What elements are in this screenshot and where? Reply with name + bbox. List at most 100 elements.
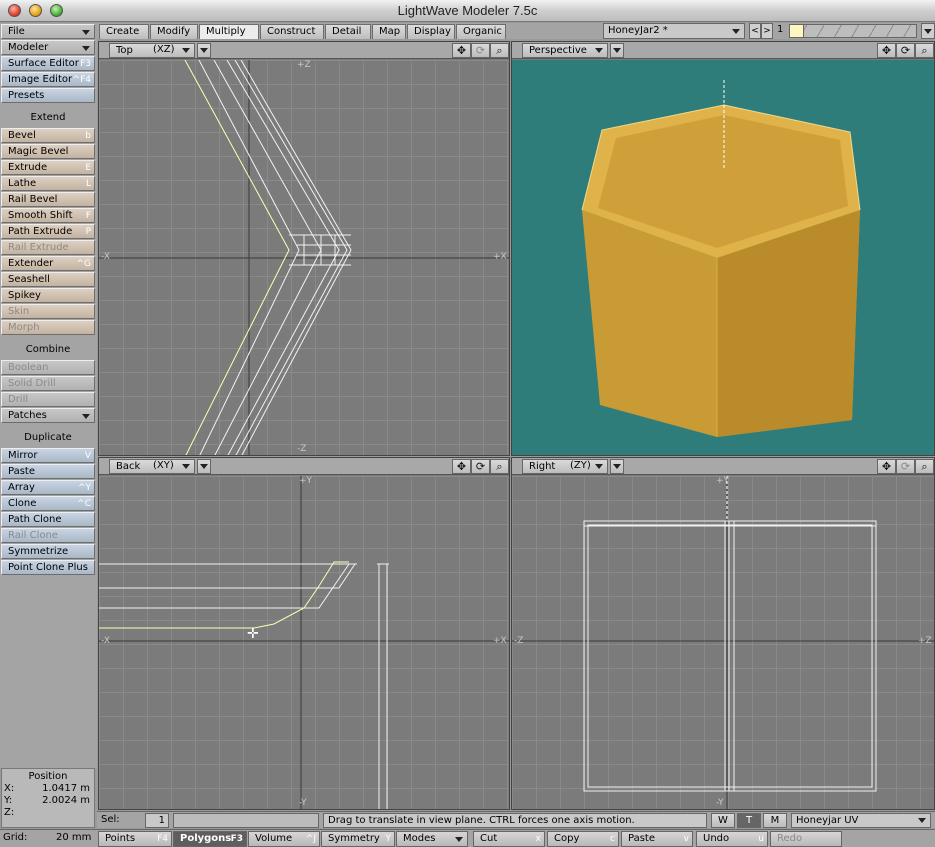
- rotate-view-icon[interactable]: ⟳: [471, 43, 490, 58]
- back-viewport[interactable]: Back (XY) ✥ ⟳ ⌕ ✛ +Y -Y -X +X: [98, 457, 510, 810]
- tab-detail[interactable]: Detail: [325, 24, 371, 39]
- rotate-view-icon[interactable]: ⟳: [471, 459, 490, 474]
- layers-dropdown[interactable]: [921, 23, 935, 39]
- zoom-view-icon[interactable]: ⌕: [490, 459, 509, 474]
- zoom-view-icon[interactable]: ⌕: [490, 43, 509, 58]
- lathe-button[interactable]: Lathe L: [1, 176, 95, 191]
- position-y: Y: 2.0024 m: [4, 795, 90, 806]
- view-mode-select[interactable]: Back: [109, 459, 195, 474]
- rail-extrude-button[interactable]: Rail Extrude: [1, 240, 95, 255]
- right-view-canvas[interactable]: +Y -Y -Z +Z: [512, 476, 934, 809]
- volume-mode-button[interactable]: Volume ^J: [248, 831, 320, 847]
- morph-button[interactable]: Morph: [1, 320, 95, 335]
- solid-drill-button[interactable]: Solid Drill: [1, 376, 95, 391]
- perspective-canvas[interactable]: [512, 60, 934, 455]
- view-mode-select[interactable]: Top: [109, 43, 195, 58]
- drill-button[interactable]: Drill: [1, 392, 95, 407]
- tab-modify[interactable]: Modify: [150, 24, 198, 39]
- magic-bevel-button[interactable]: Magic Bevel: [1, 144, 95, 159]
- modes-dropdown[interactable]: Modes: [396, 831, 468, 847]
- view-mode-select[interactable]: Perspective: [522, 43, 608, 58]
- rail-bevel-button[interactable]: Rail Bevel: [1, 192, 95, 207]
- point-clone-plus-button[interactable]: Point Clone Plus: [1, 560, 95, 575]
- skin-button[interactable]: Skin: [1, 304, 95, 319]
- chevron-down-icon: [595, 48, 603, 53]
- rail-clone-button[interactable]: Rail Clone: [1, 528, 95, 543]
- texture-map-toggle[interactable]: T: [737, 813, 761, 828]
- path-clone-button[interactable]: Path Clone: [1, 512, 95, 527]
- paste-button[interactable]: Paste v: [621, 831, 693, 847]
- view-mode-select[interactable]: Right: [522, 459, 608, 474]
- patches-button[interactable]: Patches: [1, 408, 95, 423]
- move-view-icon[interactable]: ✥: [877, 459, 896, 474]
- seashell-button[interactable]: Seashell: [1, 272, 95, 287]
- right-viewport[interactable]: Right (ZY) ✥ ⟳ ⌕ +Y -Y -Z +Z: [511, 457, 935, 810]
- points-mode-button[interactable]: Points F4: [98, 831, 172, 847]
- boolean-button[interactable]: Boolean: [1, 360, 95, 375]
- redo-button[interactable]: Redo: [770, 831, 842, 847]
- zoom-view-icon[interactable]: ⌕: [915, 459, 934, 474]
- render-style-dropdown[interactable]: [197, 43, 211, 58]
- modeler-menu[interactable]: Modeler: [1, 40, 95, 55]
- tab-map[interactable]: Map: [372, 24, 406, 39]
- extrude-button[interactable]: Extrude E: [1, 160, 95, 175]
- array-button[interactable]: Array ^Y: [1, 480, 95, 495]
- rotate-view-icon[interactable]: ⟳: [896, 459, 915, 474]
- axis-label-up: +Y: [716, 476, 730, 486]
- vertex-map-selector[interactable]: Honeyjar UV: [791, 813, 931, 828]
- rotate-view-icon[interactable]: ⟳: [896, 43, 915, 58]
- tab-organic[interactable]: Organic: [456, 24, 506, 39]
- svg-text:✛: ✛: [247, 626, 259, 642]
- symmetry-toggle[interactable]: Symmetry Y: [321, 831, 395, 847]
- extender-button[interactable]: Extender ^G: [1, 256, 95, 271]
- view-axes: (XZ): [153, 44, 175, 55]
- tab-create[interactable]: Create: [99, 24, 149, 39]
- zoom-view-icon[interactable]: ⌕: [915, 43, 934, 58]
- render-style-dropdown[interactable]: [610, 459, 624, 474]
- perspective-viewport[interactable]: Perspective ✥ ⟳ ⌕: [511, 41, 935, 456]
- back-view-canvas[interactable]: ✛ +Y -Y -X +X: [99, 476, 509, 809]
- chevron-down-icon: [455, 837, 463, 842]
- move-view-icon[interactable]: ✥: [452, 43, 471, 58]
- morph-map-toggle[interactable]: M: [763, 813, 787, 828]
- tab-construct[interactable]: Construct: [260, 24, 324, 39]
- object-selector[interactable]: HoneyJar2 *: [603, 23, 745, 39]
- bevel-button[interactable]: Bevel b: [1, 128, 95, 143]
- combine-header: Combine: [1, 343, 95, 358]
- chevron-down-icon: [82, 30, 90, 35]
- next-object-button[interactable]: >: [761, 23, 773, 39]
- polygons-mode-button[interactable]: Polygons F3: [173, 831, 247, 847]
- top-viewport[interactable]: Top (XZ) ✥ ⟳ ⌕ +Z -Z -X +X: [98, 41, 510, 456]
- paste-button[interactable]: Paste: [1, 464, 95, 479]
- spikey-button[interactable]: Spikey: [1, 288, 95, 303]
- file-menu[interactable]: File: [1, 24, 95, 39]
- render-style-dropdown[interactable]: [610, 43, 624, 58]
- layer-1-active[interactable]: [790, 25, 804, 37]
- move-view-icon[interactable]: ✥: [452, 459, 471, 474]
- presets-button[interactable]: Presets: [1, 88, 95, 103]
- undo-button[interactable]: Undo u: [696, 831, 768, 847]
- grid-size: 20 mm: [56, 832, 92, 843]
- path-extrude-button[interactable]: Path Extrude P: [1, 224, 95, 239]
- image-editor-button[interactable]: Image Editor ^F4: [1, 72, 95, 87]
- axis-label-down: -Z: [297, 444, 307, 454]
- cut-button[interactable]: Cut x: [473, 831, 545, 847]
- weight-map-toggle[interactable]: W: [711, 813, 735, 828]
- clone-button[interactable]: Clone ^C: [1, 496, 95, 511]
- tab-multiply[interactable]: Multiply: [199, 24, 259, 39]
- title-bar: LightWave Modeler 7.5c: [0, 0, 935, 22]
- copy-button[interactable]: Copy c: [547, 831, 619, 847]
- previous-object-button[interactable]: <: [749, 23, 761, 39]
- render-style-dropdown[interactable]: [197, 459, 211, 474]
- window-title: LightWave Modeler 7.5c: [397, 3, 538, 18]
- axis-label-down: -Y: [299, 798, 307, 808]
- mirror-button[interactable]: Mirror V: [1, 448, 95, 463]
- tab-display[interactable]: Display: [407, 24, 455, 39]
- layer-buttons[interactable]: [789, 24, 917, 38]
- symmetrize-button[interactable]: Symmetrize: [1, 544, 95, 559]
- smooth-shift-button[interactable]: Smooth Shift F: [1, 208, 95, 223]
- top-view-canvas[interactable]: +Z -Z -X +X: [99, 60, 509, 455]
- surface-editor-button[interactable]: Surface Editor F3: [1, 56, 95, 71]
- move-view-icon[interactable]: ✥: [877, 43, 896, 58]
- viewport-header: Right (ZY) ✥ ⟳ ⌕: [512, 458, 934, 475]
